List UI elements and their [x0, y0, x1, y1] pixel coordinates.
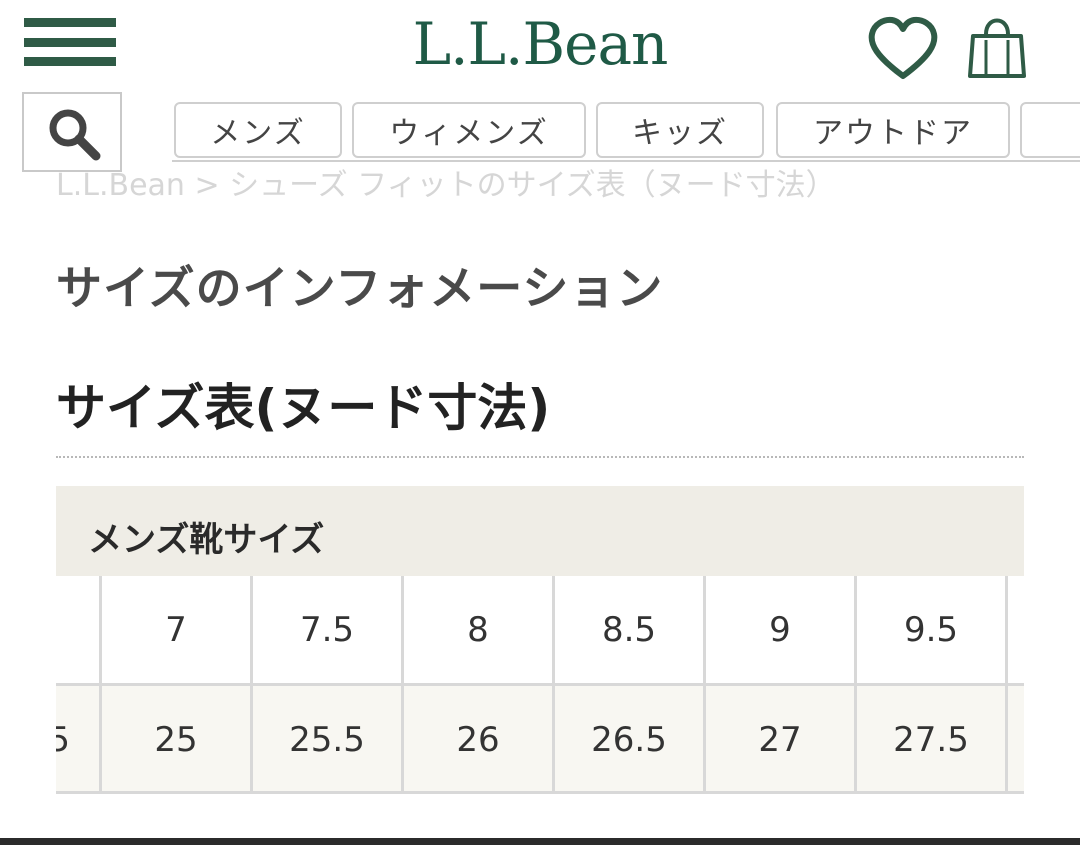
tab-kids[interactable]: キッズ: [596, 102, 764, 158]
heart-icon[interactable]: [866, 16, 940, 82]
jp-size-cell: 25: [154, 720, 198, 760]
us-size-cell: 7.5: [299, 610, 355, 650]
bottom-bar: [0, 838, 1080, 845]
jp-row-label-partial: 5: [56, 720, 70, 760]
tab-outdoor[interactable]: アウトドア: [776, 102, 1010, 158]
section-title: サイズのインフォメーション: [56, 261, 664, 315]
jp-size-cell: 27.5: [893, 720, 969, 760]
jp-size-cell: 25.5: [289, 720, 365, 760]
us-size-cell: 8: [467, 610, 489, 650]
dotted-divider: [56, 456, 1024, 458]
page-title: サイズ表(ヌード寸法): [56, 379, 551, 437]
tote-bag-icon[interactable]: [968, 10, 1026, 80]
tab-mens[interactable]: メンズ: [174, 102, 342, 158]
grid-line: [56, 791, 1024, 794]
size-table: 7 7.5 8 8.5 9 9.5 5 25 25.5 26 26.5 27 2…: [56, 576, 1024, 794]
table-caption-text: メンズ靴サイズ: [88, 520, 325, 560]
us-size-cell: 9: [769, 610, 791, 650]
breadcrumb[interactable]: L.L.Bean > シューズ フィットのサイズ表（ヌード寸法）: [56, 160, 836, 204]
search-icon: [49, 109, 101, 161]
us-size-cell: 7: [165, 610, 187, 650]
site-header: L.L.Bean: [0, 0, 1080, 92]
grid-line: [56, 683, 1024, 686]
jp-size-cell: 27: [758, 720, 802, 760]
us-size-cell: 8.5: [601, 610, 657, 650]
tab-more[interactable]: [1020, 102, 1080, 158]
jp-size-cell: 26.5: [591, 720, 667, 760]
jp-size-cell: 26: [456, 720, 500, 760]
table-caption: メンズ靴サイズ: [56, 486, 1024, 576]
category-nav: メンズ ウィメンズ キッズ アウトドア: [172, 102, 1080, 162]
tab-womens[interactable]: ウィメンズ: [352, 102, 586, 158]
us-size-cell: 9.5: [903, 610, 959, 650]
